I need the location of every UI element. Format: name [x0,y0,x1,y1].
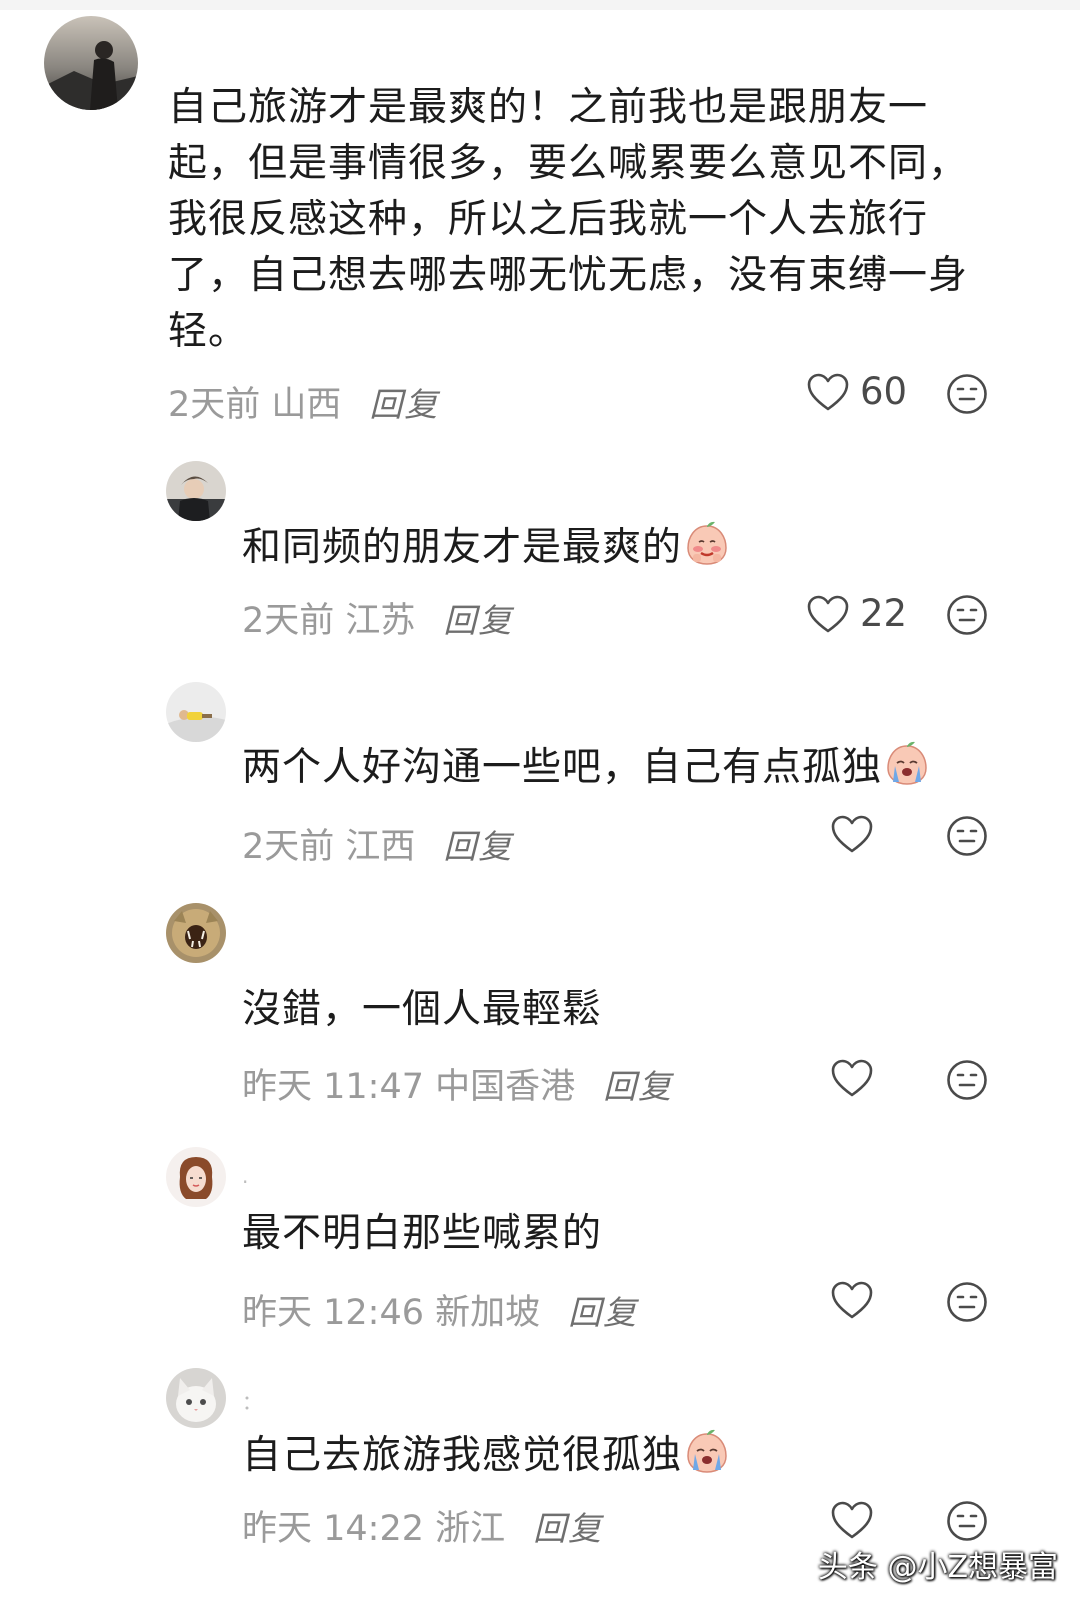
heart-outline-icon [831,815,873,853]
like-button[interactable] [830,814,874,854]
neutral-face-icon[interactable] [946,1059,988,1101]
comment-meta: 2天前 江西 回复 [242,818,513,869]
reply-button[interactable]: 回复 [443,601,513,640]
comment-time-location: 昨天 14:22 浙江 [242,1509,506,1549]
comment-text: 两个人好沟通一些吧，自己有点孤独 [242,740,1002,796]
comment-meta: 2天前 江苏 回复 [242,592,513,643]
comment-text-content: 两个人好沟通一些吧，自己有点孤独 [242,745,883,790]
comment-text: 自己旅游才是最爽的！之前我也是跟朋友一起，但是事情很多，要么喊累要么意见不同，我… [168,85,969,354]
comment-text: 最不明白那些喊累的 [242,1211,603,1256]
comment-time-location: 2天前 江苏 [242,601,416,641]
comment-text: 沒錯，一個人最輕鬆 [242,987,603,1032]
nickname[interactable]: · [242,1170,248,1194]
like-count: 22 [860,592,908,635]
comment-meta: 昨天 11:47 中国香港 回复 [242,1058,673,1109]
comment-time-location: 昨天 11:47 中国香港 [242,1067,576,1107]
reply-button[interactable]: 回复 [369,385,439,424]
top-divider [0,0,1080,10]
like-button[interactable] [830,1500,874,1540]
comment-text: 自己去旅游我感觉很孤独 [242,1428,1002,1484]
heart-outline-icon [831,1281,873,1319]
crying-peach-emoji [687,1429,727,1473]
neutral-face-icon[interactable] [946,1500,988,1542]
comment-text-content: 自己去旅游我感觉很孤独 [242,1433,683,1478]
neutral-face-icon[interactable] [946,373,988,415]
watermark: 头条 @小Z想暴富 [817,1550,1058,1585]
avatar[interactable] [44,16,138,110]
like-button[interactable]: 60 [806,370,907,413]
reply-button[interactable]: 回复 [568,1293,638,1332]
heart-outline-icon [831,1059,873,1097]
like-button[interactable] [830,1058,874,1098]
avatar[interactable] [166,903,226,963]
neutral-face-icon[interactable] [946,594,988,636]
comment-text-content: 和同频的朋友才是最爽的 [242,525,683,570]
like-count: 60 [860,370,908,413]
reply-button[interactable]: 回复 [533,1509,603,1548]
neutral-face-icon[interactable] [946,1281,988,1323]
heart-outline-icon [807,373,849,410]
comment-meta: 昨天 12:46 新加坡 回复 [242,1284,638,1335]
reply-button[interactable]: 回复 [603,1067,673,1106]
heart-outline-icon [831,1501,873,1539]
comment-time-location: 2天前 江西 [242,827,416,867]
avatar[interactable] [166,682,226,742]
comment-time-location: 昨天 12:46 新加坡 [242,1293,541,1333]
like-button[interactable]: 22 [806,592,907,635]
avatar[interactable] [166,1147,226,1207]
avatar[interactable] [166,1368,226,1428]
comment-time-location: 2天前 山西 [168,385,342,425]
comment-text: 和同频的朋友才是最爽的 [242,520,1002,576]
blushing-peach-emoji [687,521,727,565]
avatar[interactable] [166,461,226,521]
reply-button[interactable]: 回复 [443,827,513,866]
comment-meta: 2天前 山西 回复 [168,376,439,427]
nickname[interactable]: ： [242,1386,262,1415]
neutral-face-icon[interactable] [946,815,988,857]
crying-peach-emoji [887,741,927,785]
comment-meta: 昨天 14:22 浙江 回复 [242,1500,603,1551]
like-button[interactable] [830,1280,874,1320]
heart-outline-icon [807,595,849,632]
